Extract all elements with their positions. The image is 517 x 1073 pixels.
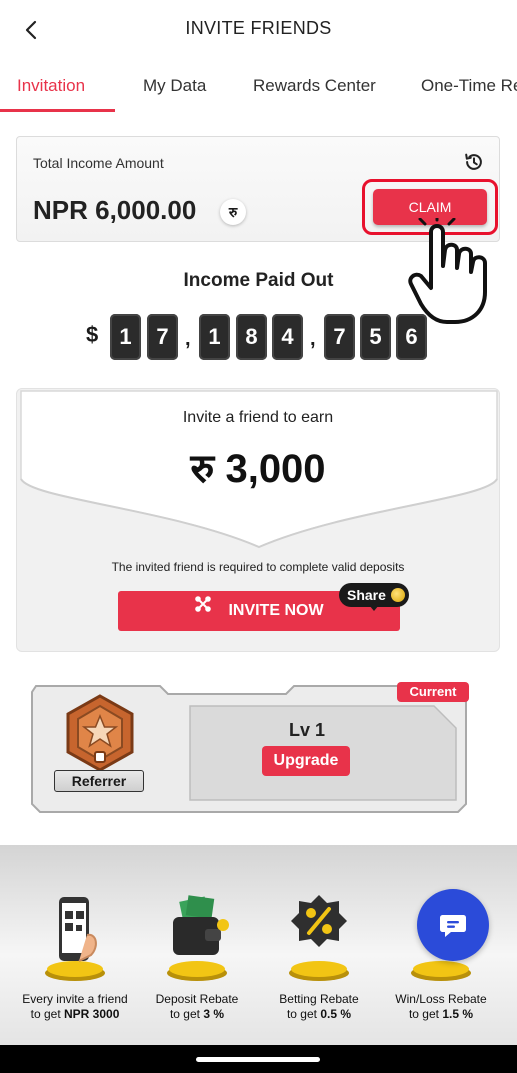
tab-bar: Invitation My Data Rewards Center One-Ti… (0, 62, 517, 114)
benefit-value: to get 1.5 % (408, 1007, 474, 1021)
total-income-label: Total Income Amount (33, 155, 164, 171)
tab-one-time[interactable]: One-Time Re (421, 76, 517, 96)
share-label: Share (347, 587, 386, 603)
benefit-value: to get 3 % (169, 1007, 225, 1021)
total-income-value: NPR 6,000.00 (33, 195, 197, 225)
referrer-medal-icon (66, 694, 134, 772)
income-paid-out-title: Income Paid Out (183, 270, 334, 291)
app-header: INVITE FRIENDS (0, 0, 517, 60)
counter-digit: 7 (147, 314, 178, 360)
referrer-label: Referrer (54, 770, 144, 792)
level-text: Lv 1 (288, 720, 326, 740)
referrer-level-card: Current Referrer Lv 1 Upgrade (30, 682, 469, 814)
tab-invitation[interactable]: Invitation (17, 76, 85, 96)
history-icon[interactable] (463, 151, 485, 173)
tab-rewards-center[interactable]: Rewards Center (253, 76, 376, 96)
upgrade-button[interactable]: Upgrade (262, 746, 350, 776)
counter-separator: , (185, 328, 191, 350)
percent-icon (289, 895, 349, 981)
home-indicator[interactable] (196, 1057, 320, 1062)
counter-digit: 1 (110, 314, 141, 360)
benefit-title: Win/Loss Rebate (395, 992, 487, 1006)
counter-separator: , (310, 328, 316, 350)
invite-card: Invite a friend to earn रु 3,000 The inv… (16, 388, 500, 652)
counter-digit: 8 (236, 314, 267, 360)
chat-support-button[interactable] (417, 889, 489, 961)
counter-digit: 7 (324, 314, 355, 360)
counter-digit: 5 (360, 314, 391, 360)
counter-digit: 6 (396, 314, 427, 360)
benefit-value: to get NPR 3000 (30, 1007, 120, 1021)
tab-my-data[interactable]: My Data (143, 76, 206, 96)
counter-digit: 1 (199, 314, 230, 360)
wallet-icon (167, 895, 229, 981)
share-nodes-icon (194, 589, 212, 629)
benefit-betting: Betting Rebate to get 0.5 % (259, 885, 379, 1025)
chat-bubble-icon (440, 915, 466, 937)
invite-reward-amount: रु 3,000 (190, 447, 326, 491)
coin-icon (391, 588, 405, 602)
active-tab-indicator (0, 109, 115, 112)
benefit-value: to get 0.5 % (286, 1007, 352, 1021)
paid-out-currency: $ (86, 322, 99, 347)
counter-digit: 4 (272, 314, 303, 360)
current-level-badge: Current (397, 682, 469, 702)
benefit-invite: Every invite a friend to get NPR 3000 (15, 885, 135, 1025)
invite-now-label: INVITE NOW (228, 602, 324, 619)
benefit-deposit: Deposit Rebate to get 3 % (137, 885, 257, 1025)
share-tooltip[interactable]: Share (339, 583, 409, 611)
system-nav-bar (0, 1045, 517, 1073)
benefit-title: Every invite a friend (22, 992, 128, 1006)
tooltip-arrow (369, 605, 379, 611)
phone-qr-icon (45, 897, 105, 981)
benefit-title: Deposit Rebate (155, 992, 239, 1006)
currency-badge: रु (220, 199, 246, 225)
page-title: INVITE FRIENDS (185, 18, 332, 38)
benefit-title: Betting Rebate (279, 992, 359, 1006)
invite-requirement-note: The invited friend is required to comple… (111, 560, 405, 574)
invite-label: Invite a friend to earn (182, 409, 334, 426)
